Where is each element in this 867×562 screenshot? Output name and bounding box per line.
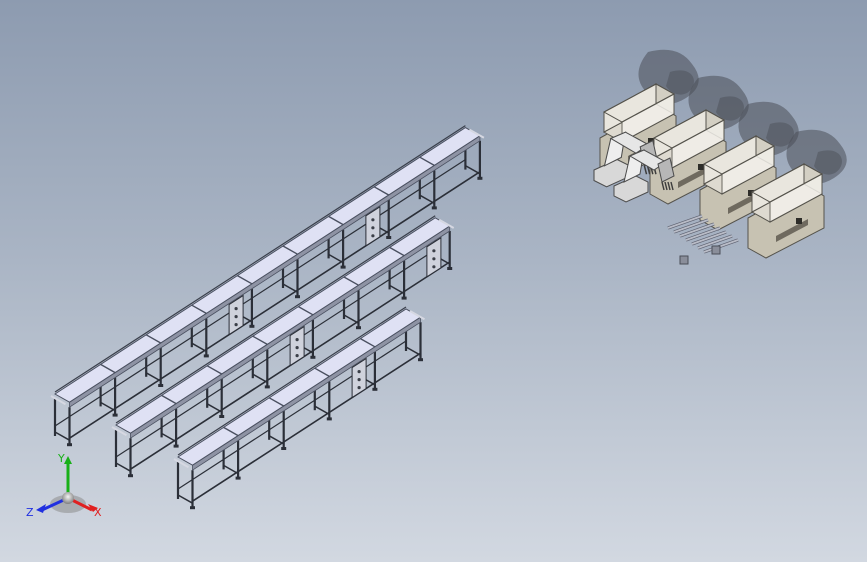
station-sensor [796, 218, 802, 224]
leveling-foot [447, 267, 453, 270]
leveling-foot [112, 413, 118, 417]
panel-button [234, 323, 238, 327]
assembly-scene [50, 49, 847, 510]
conveyor-lines [50, 125, 485, 510]
leveling-foot [173, 444, 179, 448]
belt-side [192, 316, 421, 471]
leveling-foot [372, 387, 378, 391]
cad-viewport[interactable]: Y X Z [0, 0, 867, 562]
leveling-foot [264, 385, 270, 389]
pallet-slat-top [691, 231, 727, 245]
panel-button [357, 386, 361, 390]
conveyor-line [50, 125, 485, 447]
x-axis-label: X [94, 506, 102, 519]
leveling-foot [418, 358, 423, 362]
panel-button [432, 257, 436, 261]
leveling-foot [310, 355, 316, 359]
leveling-foot [340, 265, 346, 269]
frame-brace [54, 431, 70, 441]
leveling-foot [386, 236, 392, 239]
leveling-foot [356, 326, 361, 330]
leveling-foot [431, 206, 437, 210]
panel-button [357, 378, 361, 382]
leveling-foot [281, 447, 287, 450]
pallet-slat-top [673, 219, 709, 233]
panel-button [371, 218, 375, 222]
panel-button [432, 249, 436, 253]
panel-button [371, 234, 375, 238]
coordinate-triad[interactable]: Y X Z [22, 446, 112, 526]
leveling-foot [235, 476, 241, 480]
leveling-foot [128, 474, 133, 478]
pallet-slat-top [685, 227, 721, 241]
panel-button [357, 370, 361, 374]
pallet-block [711, 245, 721, 255]
leveling-foot [401, 296, 407, 300]
leveling-foot [190, 506, 195, 510]
station-sensor [698, 164, 704, 170]
panel-button [234, 307, 238, 311]
leveling-foot [477, 176, 483, 180]
frame-brace [115, 462, 131, 472]
z-axis-head [36, 504, 46, 513]
panel-button [295, 354, 299, 358]
pallet-block [679, 255, 689, 265]
panel-button [234, 315, 238, 319]
triad-origin [62, 492, 74, 504]
pallet-slat-top [667, 215, 703, 229]
leveling-foot [295, 295, 300, 299]
panel-button [432, 265, 436, 269]
frame-brace [177, 494, 193, 504]
leveling-foot [249, 324, 255, 328]
y-axis-label: Y [57, 452, 65, 465]
pallet-slat-top [679, 223, 715, 237]
leveling-foot [158, 384, 164, 387]
panel-button [371, 226, 375, 230]
z-axis-label: Z [26, 506, 34, 519]
panel-button [295, 346, 299, 350]
leveling-foot [326, 417, 332, 421]
y-axis-head [64, 456, 72, 464]
leveling-foot [203, 354, 209, 358]
pallet-slat-top [703, 239, 739, 253]
gripper-finger [643, 165, 648, 175]
belt-side [69, 135, 481, 408]
panel-button [295, 338, 299, 342]
leveling-foot [219, 415, 225, 418]
